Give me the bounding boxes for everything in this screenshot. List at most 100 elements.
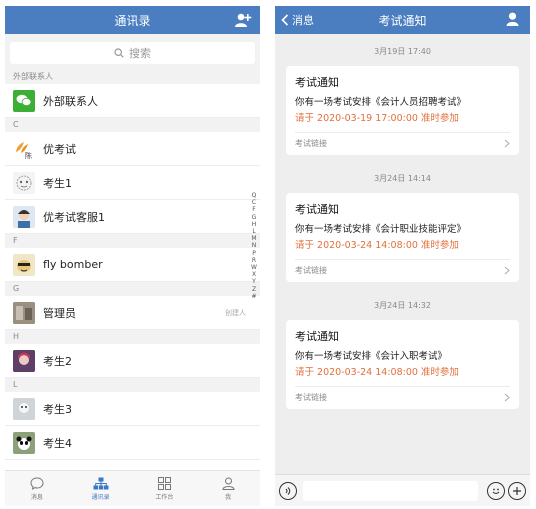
card-text: 你有一场考试安排《会计入职考试》: [295, 351, 448, 362]
avatar: [13, 253, 35, 276]
search-placeholder: 搜索: [129, 47, 151, 60]
index-letter[interactable]: X: [251, 271, 257, 278]
exam-notice-card[interactable]: 考试通知 你有一场考试安排《会计入职考试》 请于 2020-03-24 14:0…: [286, 320, 519, 409]
person-icon: [222, 477, 235, 490]
index-letter[interactable]: W: [251, 264, 257, 271]
card-text: 你有一场考试安排《会计职业技能评定》: [295, 224, 467, 235]
index-letter[interactable]: P: [251, 250, 257, 257]
exam-link-label: 考试链接: [295, 266, 327, 275]
exam-link[interactable]: 考试链接: [295, 386, 510, 408]
exam-link[interactable]: 考试链接: [295, 132, 510, 154]
contact-name: 考生4: [43, 436, 72, 450]
bottom-tab-bar: 消息 通讯录 工作台 我: [5, 470, 260, 506]
alphabet-index[interactable]: Q C F G H L M N P R W X Y Z #: [251, 192, 257, 300]
section-header: F: [5, 234, 260, 248]
contact-student2[interactable]: 考生2: [5, 344, 260, 378]
svg-text:陈: 陈: [25, 151, 32, 160]
contact-name: 考生1: [43, 176, 72, 190]
section-header: H: [5, 330, 260, 344]
contact-support1[interactable]: 优考试客服1: [5, 200, 260, 234]
person-icon[interactable]: [506, 12, 520, 28]
exam-link-label: 考试链接: [295, 393, 327, 402]
index-letter[interactable]: #: [251, 293, 257, 300]
contact-student4[interactable]: 考生4: [5, 426, 260, 460]
index-letter[interactable]: Z: [251, 286, 257, 293]
avatar: [13, 171, 35, 194]
voice-button[interactable]: [279, 481, 297, 500]
contacts-header: 通讯录: [5, 6, 260, 34]
exam-link[interactable]: 考试链接: [295, 259, 510, 281]
back-button[interactable]: 消息: [281, 12, 314, 28]
org-chart-icon: [93, 477, 109, 489]
search-input[interactable]: 搜索: [10, 42, 255, 64]
index-letter[interactable]: F: [251, 206, 257, 213]
message-list: 3月19日 17:40 考试通知 你有一场考试安排《会计人员招聘考试》 请于 2…: [275, 46, 530, 409]
page-title: 通讯录: [114, 13, 151, 28]
index-letter[interactable]: H: [251, 221, 257, 228]
card-notice: 请于 2020-03-24 14:08:00 准时参加: [295, 367, 459, 378]
index-letter[interactable]: Q: [251, 192, 257, 199]
tab-messages[interactable]: 消息: [5, 471, 69, 506]
contact-name: 考生3: [43, 402, 72, 416]
contact-admin[interactable]: 管理员 创建人: [5, 296, 260, 330]
chat-icon: [30, 476, 44, 490]
card-text: 你有一场考试安排《会计人员招聘考试》: [295, 97, 467, 108]
contact-name: 优考试: [43, 142, 76, 156]
card-title: 考试通知: [295, 76, 339, 89]
index-letter[interactable]: R: [251, 257, 257, 264]
avatar: [13, 349, 35, 372]
contact-name: 管理员: [43, 306, 76, 320]
chat-header: 消息 考试通知: [275, 6, 530, 34]
message-timestamp: 3月24日 14:32: [374, 301, 431, 310]
contact-name: fly bomber: [43, 258, 103, 271]
chevron-right-icon: [504, 393, 510, 402]
contact-student3[interactable]: 考生3: [5, 392, 260, 426]
index-letter[interactable]: L: [251, 228, 257, 235]
emoji-icon: [492, 488, 500, 494]
grid-icon: [157, 476, 171, 490]
creator-badge: 创建人: [225, 308, 246, 317]
card-notice: 请于 2020-03-19 17:00:00 准时参加: [295, 113, 459, 124]
avatar: [13, 431, 35, 454]
contact-student1[interactable]: 考生1: [5, 166, 260, 200]
page-title: 考试通知: [378, 13, 427, 28]
contact-name: 考生2: [43, 354, 72, 368]
index-letter[interactable]: C: [251, 199, 257, 206]
index-letter[interactable]: M: [251, 235, 257, 242]
chat-input-bar: [275, 474, 530, 506]
add-contact-icon[interactable]: [234, 12, 252, 28]
contacts-screen: 通讯录 搜索 外部联系人 外部联系人 C 陈 优考试 考生1 优考试客服1 F …: [5, 6, 260, 506]
exam-notice-card[interactable]: 考试通知 你有一场考试安排《会计职业技能评定》 请于 2020-03-24 14…: [286, 193, 519, 282]
index-letter[interactable]: Y: [251, 278, 257, 285]
contact-external[interactable]: 外部联系人: [5, 84, 260, 118]
exam-link-label: 考试链接: [295, 139, 327, 148]
search-area: 搜索: [5, 34, 260, 70]
message-timestamp: 3月24日 14:14: [374, 174, 431, 183]
back-label: 消息: [292, 14, 314, 27]
chat-screen: 消息 考试通知 3月19日 17:40 考试通知 你有一场考试安排《会计人员招聘…: [275, 6, 530, 506]
tab-workbench[interactable]: 工作台: [133, 471, 197, 506]
message-input[interactable]: [303, 480, 478, 501]
message-timestamp: 3月19日 17:40: [374, 47, 431, 56]
add-attachment-button[interactable]: [508, 481, 526, 500]
section-header: 外部联系人: [5, 70, 260, 84]
tab-label: 工作台: [155, 493, 174, 501]
index-letter[interactable]: G: [251, 214, 257, 221]
tab-me[interactable]: 我: [196, 471, 260, 506]
wechat-icon: [13, 89, 35, 112]
tab-contacts[interactable]: 通讯录: [69, 471, 133, 506]
tab-label: 我: [225, 493, 232, 501]
exam-notice-card[interactable]: 考试通知 你有一场考试安排《会计人员招聘考试》 请于 2020-03-19 17…: [286, 66, 519, 155]
avatar: [13, 301, 35, 324]
emoji-button[interactable]: [487, 481, 505, 500]
chevron-left-icon: [281, 14, 289, 26]
index-letter[interactable]: N: [251, 242, 257, 249]
section-header: G: [5, 282, 260, 296]
chevron-right-icon: [504, 139, 510, 148]
contact-youkaoshi[interactable]: 陈 优考试: [5, 132, 260, 166]
section-header: L: [5, 378, 260, 392]
contact-name: 优考试客服1: [43, 210, 105, 224]
contact-fly-bomber[interactable]: fly bomber: [5, 248, 260, 282]
avatar: [13, 397, 35, 420]
voice-icon: [285, 486, 291, 495]
